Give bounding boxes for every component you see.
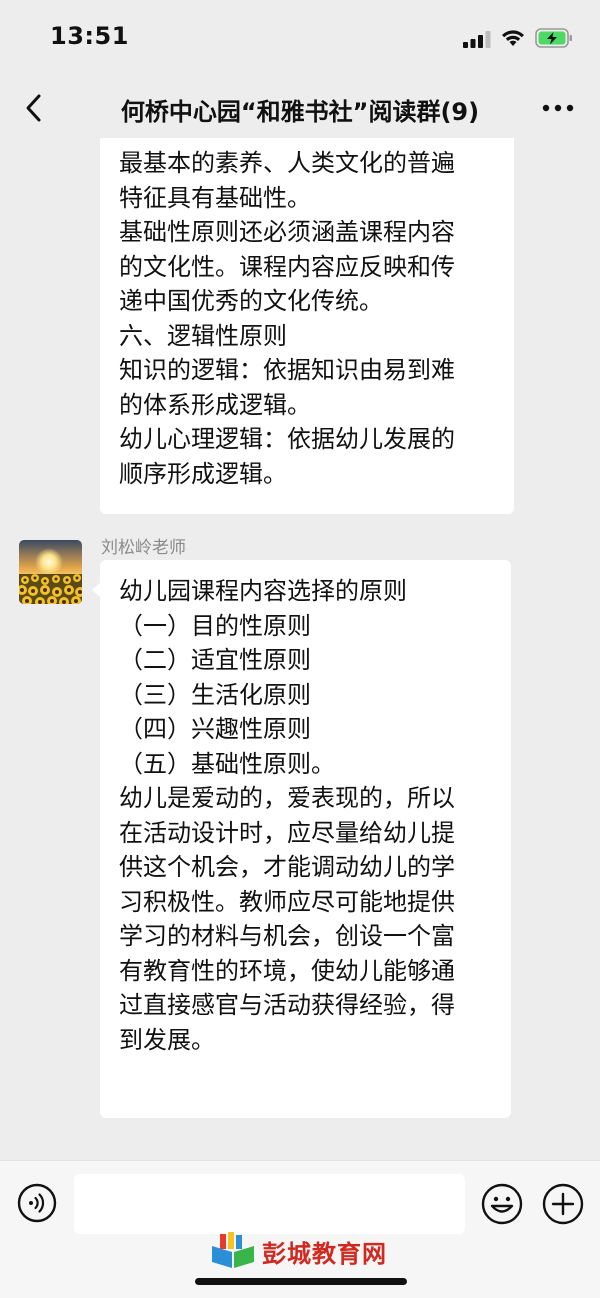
message-line: 幼儿心理逻辑：依据幼儿发展的 — [119, 425, 455, 453]
message-line: 的体系形成逻辑。 — [119, 390, 311, 419]
message-line: 过直接感官与活动获得经验，得 — [119, 991, 455, 1019]
status-bar: 13:51 — [0, 0, 600, 76]
emoji-button[interactable] — [481, 1183, 523, 1225]
message-line: 学习的材料与机会，创设一个富 — [119, 922, 455, 950]
message-line: 的文化性。课程内容应反映和传 — [119, 252, 455, 281]
message-bubble[interactable]: 最基本的素养、人类文化的普遍 特征具有基础性。 基础性原则还必须涵盖课程内容 的… — [100, 138, 514, 514]
sunflower-avatar-image — [19, 540, 82, 604]
book-logo-icon — [212, 1232, 254, 1268]
message-line: 习积极性。教师应尽可能地提供 — [119, 887, 455, 916]
chat-header: 何桥中心园“和雅书社”阅读群(9) — [0, 76, 600, 140]
watermark-text: 彭城教育网 — [262, 1240, 387, 1268]
message-line: 有教育性的环境，使幼儿能够通 — [119, 956, 455, 985]
message-line: 幼儿是爱动的，爱表现的，所以 — [119, 784, 455, 812]
plus-button[interactable] — [542, 1183, 584, 1225]
watermark: 彭城教育网 — [208, 1232, 408, 1272]
sender-name: 刘松岭老师 — [101, 538, 186, 558]
message-line: 特征具有基础性。 — [119, 183, 311, 212]
message-bubble[interactable]: 幼儿园课程内容选择的原则 （一）目的性原则 （二）适宜性原则 （三）生活化原则 … — [100, 560, 511, 1118]
cellular-signal-icon — [463, 31, 491, 48]
message-line: 最基本的素养、人类文化的普遍 — [119, 149, 455, 177]
message-input[interactable] — [74, 1174, 465, 1234]
message-line: （五）基础性原则。 — [119, 749, 335, 778]
battery-charging-icon — [535, 28, 572, 48]
message-line: 基础性原则还必须涵盖课程内容 — [119, 218, 455, 246]
status-time: 13:51 — [50, 22, 129, 50]
message-line: （三）生活化原则 — [119, 680, 311, 709]
avatar[interactable] — [19, 540, 82, 604]
voice-button[interactable] — [17, 1183, 57, 1223]
more-options-button[interactable] — [540, 98, 576, 118]
home-indicator[interactable] — [195, 1278, 407, 1285]
message-line: 递中国优秀的文化传统。 — [119, 287, 383, 315]
message-line: （一）目的性原则 — [119, 611, 311, 640]
message-line: 在活动设计时，应尽量给幼儿提 — [119, 818, 455, 847]
message-line: 供这个机会，才能调动幼儿的学 — [119, 853, 455, 881]
message-line: （四）兴趣性原则 — [119, 715, 311, 743]
chat-title: 何桥中心园“和雅书社”阅读群(9) — [120, 98, 480, 126]
message-line: 到发展。 — [119, 1025, 215, 1054]
message-line: 知识的逻辑：依据知识由易到难 — [119, 356, 455, 384]
wifi-icon — [502, 30, 524, 46]
message-line: 顺序形成逻辑。 — [119, 459, 287, 488]
message-line: 幼儿园课程内容选择的原则 — [119, 577, 407, 605]
message-line: 六、逻辑性原则 — [119, 321, 287, 350]
message-line: （二）适宜性原则 — [119, 646, 311, 674]
